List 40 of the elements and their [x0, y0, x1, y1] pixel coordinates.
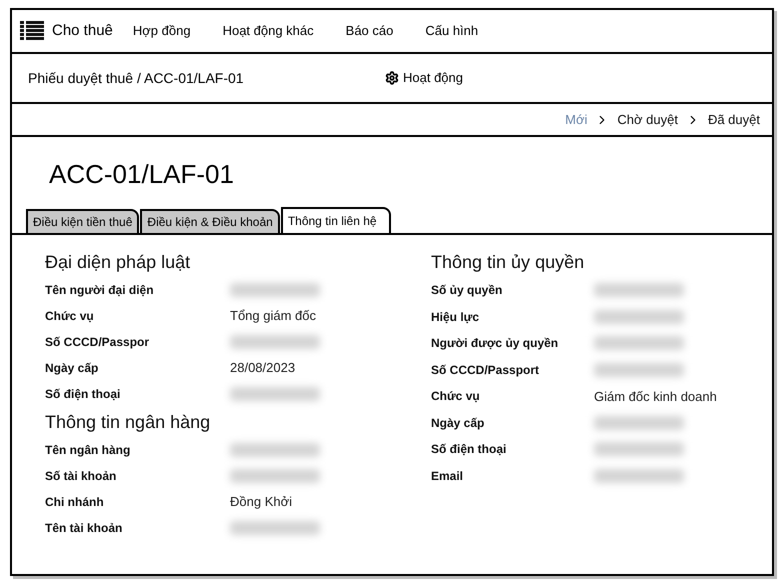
section-heading: Đại diện pháp luật [45, 250, 192, 274]
field-value: Giám đốc kinh doanh [594, 388, 717, 406]
field-label: Số điện thoại [431, 441, 508, 458]
app-title: Cho thuê [52, 20, 113, 41]
field-label: Email [431, 468, 464, 485]
field-label: Chức vụ [45, 308, 95, 325]
nav-link[interactable]: Cấu hình [425, 21, 478, 41]
field-label: Ngày cấp [431, 414, 486, 432]
field-label: Tên ngân hàng [45, 442, 132, 459]
field-value: 28/08/2023 [230, 359, 296, 378]
nav-link[interactable]: Hoạt động khác [222, 21, 314, 41]
field-label: Số ủy quyền [431, 282, 504, 300]
status-step: Chờ duyệt [617, 110, 678, 130]
field-value: Đồng Khởi [230, 493, 292, 512]
tab[interactable]: Điều kiện & Điều khoản [140, 209, 280, 233]
field-label: Người được ủy quyền [431, 335, 560, 352]
record-title: ACC-01/LAF-01 [49, 158, 235, 191]
settings-icon [385, 71, 399, 85]
section-heading: Thông tin ủy quyền [431, 250, 586, 274]
menu-icon[interactable] [20, 21, 44, 41]
field-label: Ngày cấp [45, 360, 100, 377]
tab[interactable]: Điều kiện tiền thuê [26, 209, 140, 233]
nav-link[interactable]: Báo cáo [346, 21, 394, 41]
field-label: Số CCCD/Passpor [45, 334, 150, 351]
field-label: Số tài khoản [45, 468, 118, 485]
field-value: Tổng giám đốc [230, 307, 316, 326]
field-label: Chức vụ [431, 388, 481, 406]
nav-link[interactable]: Hợp đồng [132, 21, 191, 41]
field-label: Tên người đại diện [45, 282, 155, 299]
field-label: Hiệu lực [431, 308, 480, 326]
section-heading: Thông tin ngân hàng [45, 410, 212, 434]
field-label: Số điện thoại [45, 386, 122, 403]
action-menu[interactable]: Hoạt động [385, 68, 463, 88]
status-step: Mới [565, 110, 588, 130]
tab[interactable]: Thông tin liên hệ [280, 207, 391, 233]
status-step: Đã duyệt [708, 110, 760, 130]
field-label: Số CCCD/Passport [431, 362, 540, 379]
field-label: Tên tài khoản [45, 520, 124, 537]
page-breadcrumb: Phiếu duyệt thuê / ACC-01/LAF-01 [28, 68, 245, 88]
field-label: Chi nhánh [45, 494, 105, 511]
